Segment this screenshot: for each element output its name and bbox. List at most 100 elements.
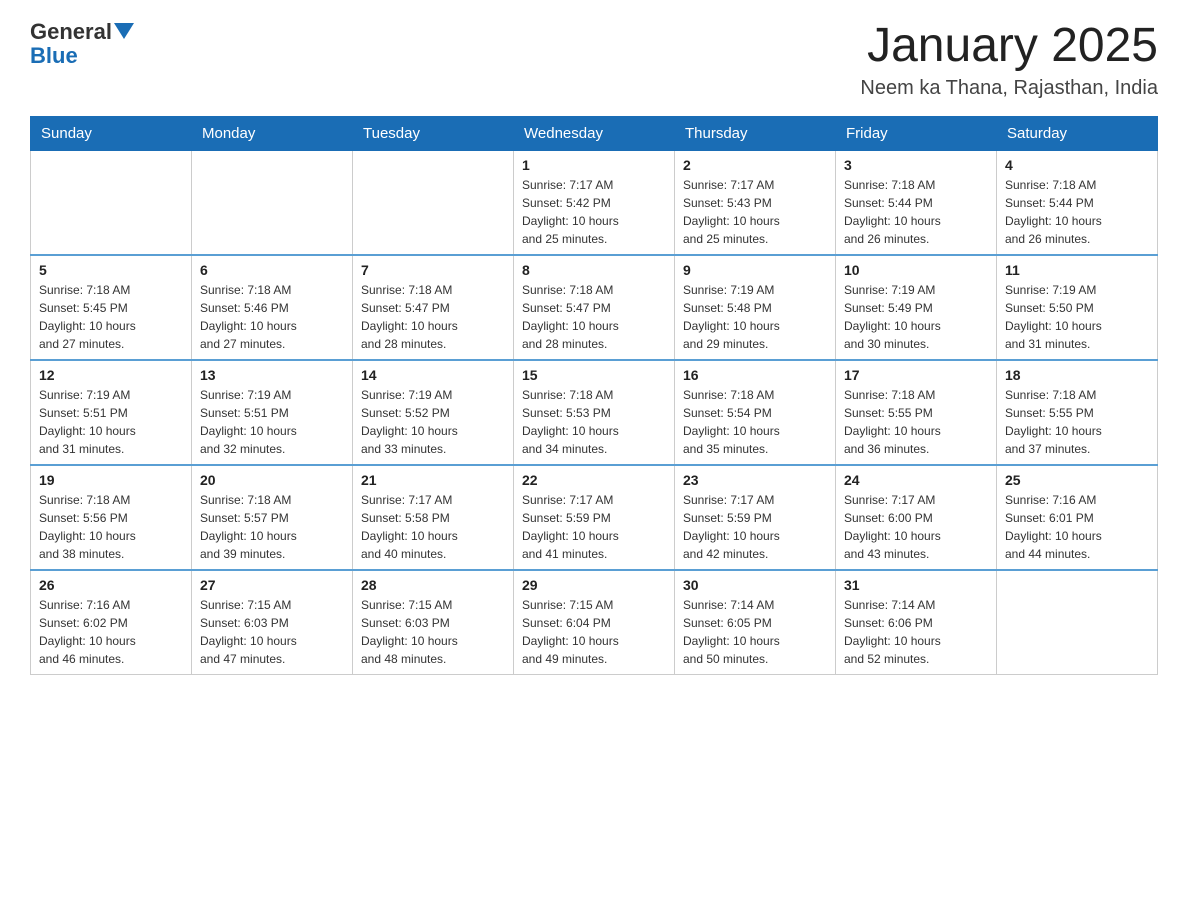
day-info: Sunrise: 7:17 AM Sunset: 5:58 PM Dayligh… xyxy=(361,491,505,563)
day-number: 19 xyxy=(39,472,183,488)
calendar-day xyxy=(353,150,514,255)
calendar-day: 12Sunrise: 7:19 AM Sunset: 5:51 PM Dayli… xyxy=(31,360,192,465)
day-header-monday: Monday xyxy=(192,116,353,150)
day-info: Sunrise: 7:18 AM Sunset: 5:53 PM Dayligh… xyxy=(522,386,666,458)
calendar-day: 30 Sunrise: 7:14 AM Sunset: 6:05 PM Dayli… xyxy=(675,570,836,675)
day-number: 3 xyxy=(844,157,988,173)
day-header-friday: Friday xyxy=(836,116,997,150)
day-info: Sunrise: 7:18 AM Sunset: 5:44 PM Dayligh… xyxy=(1005,176,1149,248)
logo-triangle-icon xyxy=(114,23,134,39)
day-number: 20 xyxy=(200,472,344,488)
day-info: Sunrise: 7:15 AM Sunset: 6:03 PM Dayligh… xyxy=(200,596,344,668)
day-number: 8 xyxy=(522,262,666,278)
day-info: Sunrise: 7:16 AM Sunset: 6:01 PM Dayligh… xyxy=(1005,491,1149,563)
day-number: 31 xyxy=(844,577,988,593)
day-header-thursday: Thursday xyxy=(675,116,836,150)
calendar-day: 31 Sunrise: 7:14 AM Sunset: 6:06 PM Dayli… xyxy=(836,570,997,675)
day-number: 24 xyxy=(844,472,988,488)
calendar-week-4: 19 Sunrise: 7:18 AM Sunset: 5:56 PM Dayli… xyxy=(31,465,1158,570)
day-info: Sunrise: 7:17 AM Sunset: 5:59 PM Dayligh… xyxy=(522,491,666,563)
day-info: Sunrise: 7:14 AM Sunset: 6:05 PM Dayligh… xyxy=(683,596,827,668)
day-number: 21 xyxy=(361,472,505,488)
calendar-day: 1 Sunrise: 7:17 AM Sunset: 5:42 PM Daylig… xyxy=(514,150,675,255)
day-number: 9 xyxy=(683,262,827,278)
day-info: Sunrise: 7:18 AM Sunset: 5:47 PM Dayligh… xyxy=(522,281,666,353)
calendar-day: 27 Sunrise: 7:15 AM Sunset: 6:03 PM Dayli… xyxy=(192,570,353,675)
day-header-tuesday: Tuesday xyxy=(353,116,514,150)
calendar-day: 2 Sunrise: 7:17 AM Sunset: 5:43 PM Daylig… xyxy=(675,150,836,255)
day-info: Sunrise: 7:14 AM Sunset: 6:06 PM Dayligh… xyxy=(844,596,988,668)
day-info: Sunrise: 7:16 AM Sunset: 6:02 PM Dayligh… xyxy=(39,596,183,668)
day-number: 16 xyxy=(683,367,827,383)
calendar-day: 8 Sunrise: 7:18 AM Sunset: 5:47 PM Daylig… xyxy=(514,255,675,360)
day-number: 2 xyxy=(683,157,827,173)
day-info: Sunrise: 7:18 AM Sunset: 5:46 PM Dayligh… xyxy=(200,281,344,353)
day-info: Sunrise: 7:19 AM Sunset: 5:51 PM Dayligh… xyxy=(200,386,344,458)
calendar-week-5: 26 Sunrise: 7:16 AM Sunset: 6:02 PM Dayli… xyxy=(31,570,1158,675)
day-header-wednesday: Wednesday xyxy=(514,116,675,150)
day-number: 30 xyxy=(683,577,827,593)
calendar-day: 13 Sunrise: 7:19 AM Sunset: 5:51 PM Dayli… xyxy=(192,360,353,465)
calendar-day: 6 Sunrise: 7:18 AM Sunset: 5:46 PM Daylig… xyxy=(192,255,353,360)
calendar-day: 19 Sunrise: 7:18 AM Sunset: 5:56 PM Dayli… xyxy=(31,465,192,570)
calendar-week-1: 1 Sunrise: 7:17 AM Sunset: 5:42 PM Daylig… xyxy=(31,150,1158,255)
day-number: 17 xyxy=(844,367,988,383)
calendar-day: 16 Sunrise: 7:18 AM Sunset: 5:54 PM Dayli… xyxy=(675,360,836,465)
day-number: 6 xyxy=(200,262,344,278)
calendar-week-3: 12 Sunrise: 7:19 AM Sunset: 5:51 PM Dayli… xyxy=(31,360,1158,465)
day-number: 1 xyxy=(522,157,666,173)
day-number: 18 xyxy=(1005,367,1149,383)
day-info: Sunrise: 7:18 AM Sunset: 5:57 PM Dayligh… xyxy=(200,491,344,563)
day-number: 10 xyxy=(844,262,988,278)
day-info: Sunrise: 7:17 AM Sunset: 5:43 PM Dayligh… xyxy=(683,176,827,248)
calendar-day: 17 Sunrise: 7:18 AM Sunset: 5:55 PM Dayli… xyxy=(836,360,997,465)
day-number: 15 xyxy=(522,367,666,383)
day-info: Sunrise: 7:17 AM Sunset: 6:00 PM Dayligh… xyxy=(844,491,988,563)
day-info: Sunrise: 7:19 AM Sunset: 5:48 PM Dayligh… xyxy=(683,281,827,353)
logo-general-text: General xyxy=(30,19,112,44)
day-number: 26 xyxy=(39,577,183,593)
title-block: January 2025 Neem ka Thana, Rajasthan, I… xyxy=(860,20,1158,100)
calendar-day: 10Sunrise: 7:19 AM Sunset: 5:49 PM Dayli… xyxy=(836,255,997,360)
day-number: 13 xyxy=(200,367,344,383)
day-info: Sunrise: 7:18 AM Sunset: 5:55 PM Dayligh… xyxy=(844,386,988,458)
calendar-day: 20 Sunrise: 7:18 AM Sunset: 5:57 PM Dayli… xyxy=(192,465,353,570)
day-number: 28 xyxy=(361,577,505,593)
day-info: Sunrise: 7:18 AM Sunset: 5:56 PM Dayligh… xyxy=(39,491,183,563)
calendar-day: 9 Sunrise: 7:19 AM Sunset: 5:48 PM Daylig… xyxy=(675,255,836,360)
day-info: Sunrise: 7:15 AM Sunset: 6:04 PM Dayligh… xyxy=(522,596,666,668)
location-subtitle: Neem ka Thana, Rajasthan, India xyxy=(860,77,1158,100)
calendar-week-2: 5Sunrise: 7:18 AM Sunset: 5:45 PM Daylig… xyxy=(31,255,1158,360)
calendar-day: 3 Sunrise: 7:18 AM Sunset: 5:44 PM Daylig… xyxy=(836,150,997,255)
day-number: 12 xyxy=(39,367,183,383)
day-info: Sunrise: 7:17 AM Sunset: 5:59 PM Dayligh… xyxy=(683,491,827,563)
calendar-day: 21 Sunrise: 7:17 AM Sunset: 5:58 PM Dayli… xyxy=(353,465,514,570)
calendar-day xyxy=(31,150,192,255)
day-info: Sunrise: 7:18 AM Sunset: 5:55 PM Dayligh… xyxy=(1005,386,1149,458)
day-number: 25 xyxy=(1005,472,1149,488)
day-info: Sunrise: 7:19 AM Sunset: 5:50 PM Dayligh… xyxy=(1005,281,1149,353)
page-header: General Blue January 2025 Neem ka Thana,… xyxy=(30,20,1158,100)
calendar-day: 11Sunrise: 7:19 AM Sunset: 5:50 PM Dayli… xyxy=(997,255,1158,360)
day-number: 5 xyxy=(39,262,183,278)
calendar-header: SundayMondayTuesdayWednesdayThursdayFrid… xyxy=(31,116,1158,150)
calendar-day: 28Sunrise: 7:15 AM Sunset: 6:03 PM Dayli… xyxy=(353,570,514,675)
day-info: Sunrise: 7:17 AM Sunset: 5:42 PM Dayligh… xyxy=(522,176,666,248)
day-number: 27 xyxy=(200,577,344,593)
calendar-day xyxy=(997,570,1158,675)
day-number: 7 xyxy=(361,262,505,278)
calendar-day: 18 Sunrise: 7:18 AM Sunset: 5:55 PM Dayli… xyxy=(997,360,1158,465)
day-number: 29 xyxy=(522,577,666,593)
day-header-saturday: Saturday xyxy=(997,116,1158,150)
day-info: Sunrise: 7:18 AM Sunset: 5:54 PM Dayligh… xyxy=(683,386,827,458)
day-headers-row: SundayMondayTuesdayWednesdayThursdayFrid… xyxy=(31,116,1158,150)
day-info: Sunrise: 7:18 AM Sunset: 5:47 PM Dayligh… xyxy=(361,281,505,353)
day-number: 22 xyxy=(522,472,666,488)
calendar-body: 1 Sunrise: 7:17 AM Sunset: 5:42 PM Daylig… xyxy=(31,150,1158,674)
day-info: Sunrise: 7:18 AM Sunset: 5:44 PM Dayligh… xyxy=(844,176,988,248)
logo: General Blue xyxy=(30,20,134,68)
calendar-day: 24 Sunrise: 7:17 AM Sunset: 6:00 PM Dayli… xyxy=(836,465,997,570)
logo-blue-text: Blue xyxy=(30,43,78,68)
day-info: Sunrise: 7:19 AM Sunset: 5:52 PM Dayligh… xyxy=(361,386,505,458)
calendar-day: 26 Sunrise: 7:16 AM Sunset: 6:02 PM Dayli… xyxy=(31,570,192,675)
